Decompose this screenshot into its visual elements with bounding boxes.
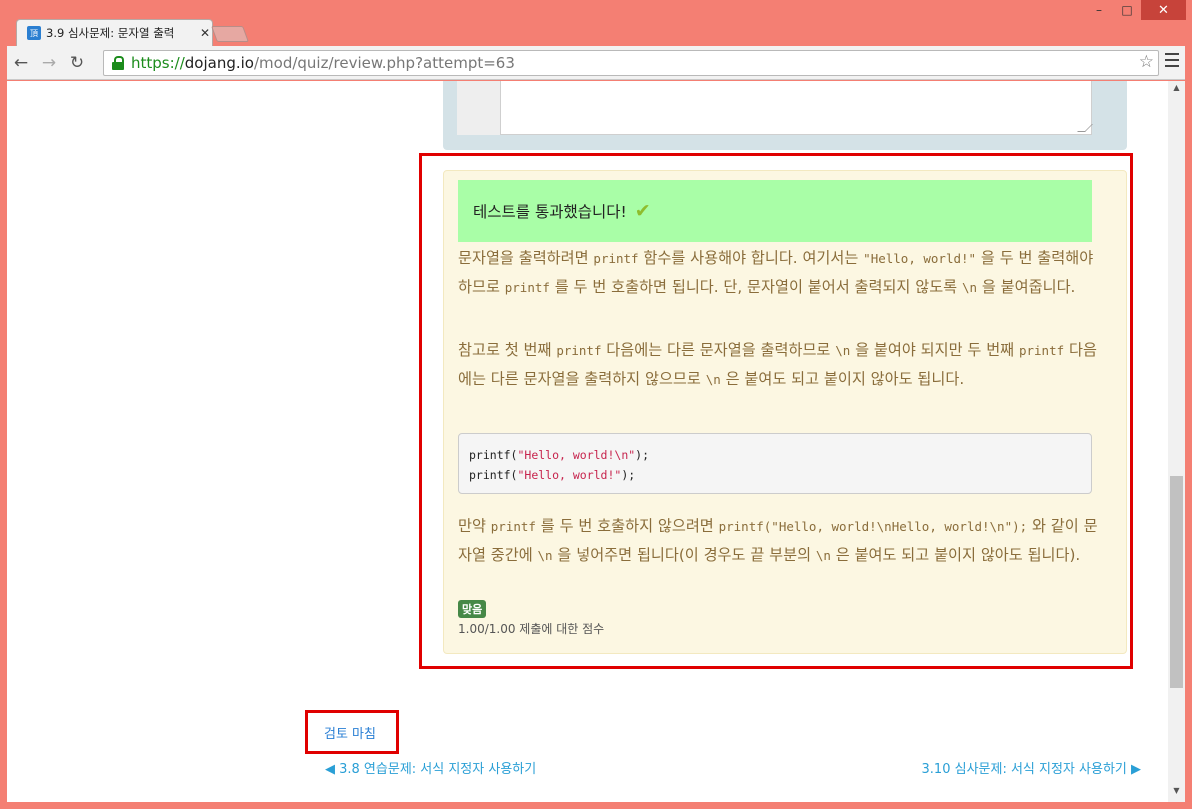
browser-menu-icon[interactable]	[1165, 53, 1179, 67]
scroll-thumb[interactable]	[1170, 476, 1183, 688]
maximize-button[interactable]: □	[1113, 0, 1141, 20]
lock-icon	[112, 56, 124, 70]
address-bar[interactable]: https:// dojang.io /mod/quiz/review.php?…	[103, 50, 1159, 76]
bookmark-star-icon[interactable]: ☆	[1139, 52, 1154, 72]
minimize-button[interactable]: –	[1085, 0, 1113, 20]
scroll-down-arrow-icon[interactable]: ▼	[1168, 786, 1185, 800]
answer-textarea[interactable]	[500, 81, 1093, 135]
tab-close-icon[interactable]: ✕	[200, 26, 210, 40]
next-lesson-link[interactable]: 3.10 심사문제: 서식 지정자 사용하기 ▶	[922, 758, 1141, 777]
dojang-favicon-icon: 頂	[27, 26, 41, 40]
reload-icon[interactable]: ↻	[63, 49, 91, 77]
page-viewport: 테스트를 통과했습니다! ✔ 문자열을 출력하려면 printf 함수를 사용해…	[7, 81, 1185, 802]
finish-review-link[interactable]: 검토 마침	[324, 723, 376, 742]
window-bottom-border	[0, 802, 1192, 809]
browser-tab-active[interactable]: 頂 3.9 심사문제: 문자열 출력 ✕	[16, 19, 213, 46]
line-number-gutter	[457, 81, 500, 135]
window-controls: – □ ✕	[1085, 0, 1186, 22]
back-arrow-icon[interactable]: ←	[7, 49, 35, 77]
resize-grip-icon[interactable]	[1077, 124, 1093, 132]
close-window-button[interactable]: ✕	[1141, 0, 1186, 20]
tab-title: 3.9 심사문제: 문자열 출력	[46, 26, 175, 40]
browser-toolbar: ← → ↻ https:// dojang.io /mod/quiz/revie…	[7, 46, 1185, 80]
forward-arrow-icon[interactable]: →	[35, 49, 63, 77]
highlight-frame-feedback	[419, 153, 1133, 669]
new-tab-button[interactable]	[211, 26, 249, 42]
prev-lesson-link[interactable]: ◀ 3.8 연습문제: 서식 지정자 사용하기	[325, 758, 536, 777]
url-scheme: https://	[131, 54, 185, 72]
answer-input-area	[443, 81, 1127, 150]
url-path: /mod/quiz/review.php?attempt=63	[253, 54, 515, 72]
scroll-up-arrow-icon[interactable]: ▲	[1168, 83, 1185, 97]
vertical-scrollbar[interactable]: ▲ ▼	[1168, 81, 1185, 802]
url-host: dojang.io	[184, 54, 254, 72]
